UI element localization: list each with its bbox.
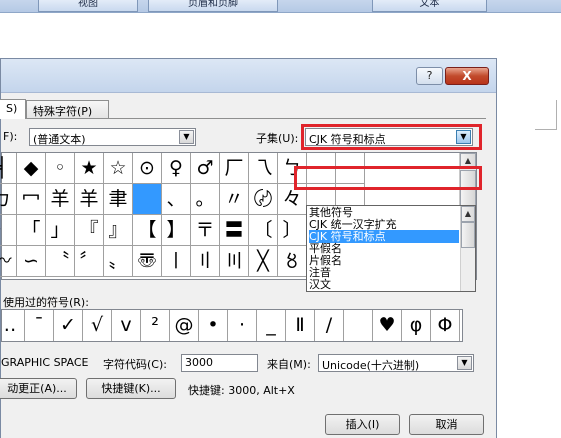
scroll-thumb[interactable] xyxy=(461,222,475,248)
recent-symbol-cell[interactable]: ♥ xyxy=(373,310,402,341)
symbol-cell[interactable]: 〠 xyxy=(133,246,162,277)
cancel-button[interactable]: 取消 xyxy=(409,414,484,435)
symbol-cell[interactable]: ╳ xyxy=(249,246,278,277)
symbol-cell[interactable]: 』 xyxy=(104,215,133,246)
symbol-cell[interactable]: ╡ xyxy=(0,153,17,184)
symbol-cell[interactable]: 。 xyxy=(191,184,220,215)
symbol-cell[interactable]: 聿 xyxy=(104,184,133,215)
symbol-cell[interactable]: 〥 xyxy=(278,246,307,277)
symbol-cell[interactable]: 〝 xyxy=(46,246,75,277)
recent-symbol-cell[interactable]: ˉ xyxy=(25,310,54,341)
symbol-cell[interactable]: 〟 xyxy=(104,246,133,277)
recent-symbol-cell[interactable]: Ⅱ xyxy=(286,310,315,341)
recent-symbol-cell[interactable]: ² xyxy=(141,310,170,341)
from-select[interactable]: Unicode(十六进制) ▼ xyxy=(318,354,474,372)
symbol-cell[interactable]: 】 xyxy=(162,215,191,246)
symbol-cell[interactable]: 〃 xyxy=(220,184,249,215)
recent-symbol-cell[interactable]: / xyxy=(315,310,344,341)
dropdown-scrollbar[interactable]: ▲ xyxy=(460,206,475,291)
symbol-cell[interactable]: 〄 xyxy=(249,184,278,215)
character-name: GRAPHIC SPACE xyxy=(1,356,89,369)
char-code-label: 字符代码(C): xyxy=(103,358,167,371)
symbol-cell[interactable]: 〉 xyxy=(0,215,17,246)
symbol-cell[interactable]: 、 xyxy=(162,184,191,215)
symbol-cell[interactable]: 〒 xyxy=(191,215,220,246)
symbol-cell[interactable]: ㄅ xyxy=(0,184,17,215)
recent-symbol-cell[interactable]: √ xyxy=(83,310,112,341)
symbol-cell[interactable]: 〰 xyxy=(0,246,17,277)
symbol-cell[interactable]: ★ xyxy=(75,153,104,184)
recent-symbol-cell[interactable]: @ xyxy=(170,310,199,341)
recent-symbol-cell[interactable]: ‥ xyxy=(0,310,25,341)
shortcut-key-button[interactable]: 快捷键(K)... xyxy=(86,378,176,399)
symbol-cell[interactable]: ⊙ xyxy=(133,153,162,184)
help-button[interactable]: ? xyxy=(416,67,443,85)
symbol-cell[interactable]: 〞 xyxy=(75,246,104,277)
highlight-selected-item xyxy=(294,166,482,190)
font-label: F): xyxy=(3,130,18,143)
symbol-cell[interactable]: 〕 xyxy=(278,215,307,246)
symbol-cell[interactable]: 厂 xyxy=(220,153,249,184)
font-value: (普通文本) xyxy=(33,133,86,146)
ribbon-strip: 视图 页眉和页脚 文本 xyxy=(0,0,561,13)
tab-divider xyxy=(1,118,486,119)
shortcut-text: 快捷键: 3000, Alt+X xyxy=(188,384,295,397)
recent-symbol-cell[interactable]: _ xyxy=(257,310,286,341)
autocorrect-button[interactable]: 动更正(A)... xyxy=(0,378,77,399)
subset-label: 子集(U): xyxy=(256,132,299,145)
ribbon-tab-view[interactable]: 视图 xyxy=(38,0,138,12)
char-code-input[interactable]: 3000 xyxy=(181,354,258,372)
font-select[interactable]: (普通文本) ▼ xyxy=(29,128,196,146)
symbol-cell[interactable]: 『 xyxy=(75,215,104,246)
symbol-cell[interactable]: 乁 xyxy=(249,153,278,184)
recent-symbol-cell[interactable]: ✓ xyxy=(54,310,83,341)
recent-symbol-cell[interactable] xyxy=(344,310,373,341)
symbol-cell[interactable]: 〔 xyxy=(249,215,278,246)
symbol-cell[interactable]: 〣 xyxy=(220,246,249,277)
symbol-cell[interactable]: 冖 xyxy=(17,184,46,215)
recent-symbols-row[interactable]: ‥ ˉ ✓ √ v ² @ • · _ Ⅱ / ♥ φ Φ xyxy=(1,309,463,342)
symbol-cell[interactable]: 〡 xyxy=(162,246,191,277)
page-margin-corner xyxy=(535,100,557,130)
recent-symbol-cell[interactable]: · xyxy=(228,310,257,341)
ribbon-tab-header-footer[interactable]: 页眉和页脚 xyxy=(148,0,278,12)
chevron-down-icon[interactable]: ▼ xyxy=(457,356,472,370)
tab-special-characters[interactable]: 特殊字符(P) xyxy=(26,100,109,119)
symbol-cell[interactable]: ∽ xyxy=(17,246,46,277)
dropdown-item[interactable]: 汉文 xyxy=(309,278,459,291)
symbol-cell[interactable] xyxy=(133,184,162,215)
insert-button[interactable]: 插入(I) xyxy=(325,414,400,435)
symbol-cell[interactable]: 「 xyxy=(17,215,46,246)
subset-dropdown-list[interactable]: ▲ 其他符号 CJK 统一汉字扩充 CJK 符号和标点 平假名 片假名 注音 汉文 xyxy=(306,205,476,292)
symbol-dialog: ? X S) 特殊字符(P) F): (普通文本) ▼ 子集(U): CJK 符… xyxy=(0,58,497,438)
symbol-cell[interactable]: 」 xyxy=(46,215,75,246)
recent-symbols-label: 使用过的符号(R): xyxy=(3,296,89,309)
from-value: Unicode(十六进制) xyxy=(322,359,420,372)
tab-symbols[interactable]: S) xyxy=(0,99,26,119)
symbol-cell[interactable]: ◆ xyxy=(17,153,46,184)
symbol-cell[interactable]: ◦ xyxy=(46,153,75,184)
close-button[interactable]: X xyxy=(445,67,489,85)
recent-symbol-cell[interactable]: Φ xyxy=(431,310,460,341)
symbol-cell[interactable]: ♂ xyxy=(191,153,220,184)
recent-symbol-cell[interactable]: v xyxy=(112,310,141,341)
recent-symbol-cell[interactable]: φ xyxy=(402,310,431,341)
symbol-cell[interactable]: 羊 xyxy=(46,184,75,215)
highlight-subset-combo xyxy=(301,124,482,150)
symbol-cell[interactable]: 〢 xyxy=(191,246,220,277)
recent-symbol-cell[interactable]: • xyxy=(199,310,228,341)
symbol-cell[interactable]: 〓 xyxy=(220,215,249,246)
dialog-titlebar: ? X xyxy=(1,59,496,93)
symbol-cell[interactable]: ☆ xyxy=(104,153,133,184)
chevron-down-icon[interactable]: ▼ xyxy=(179,130,194,144)
scroll-up-icon[interactable]: ▲ xyxy=(461,206,475,222)
symbol-cell[interactable]: ♀ xyxy=(162,153,191,184)
ribbon-tab-text[interactable]: 文本 xyxy=(372,0,487,12)
from-label: 来自(M): xyxy=(267,358,311,371)
symbol-cell[interactable]: 羊 xyxy=(75,184,104,215)
symbol-cell[interactable]: 【 xyxy=(133,215,162,246)
